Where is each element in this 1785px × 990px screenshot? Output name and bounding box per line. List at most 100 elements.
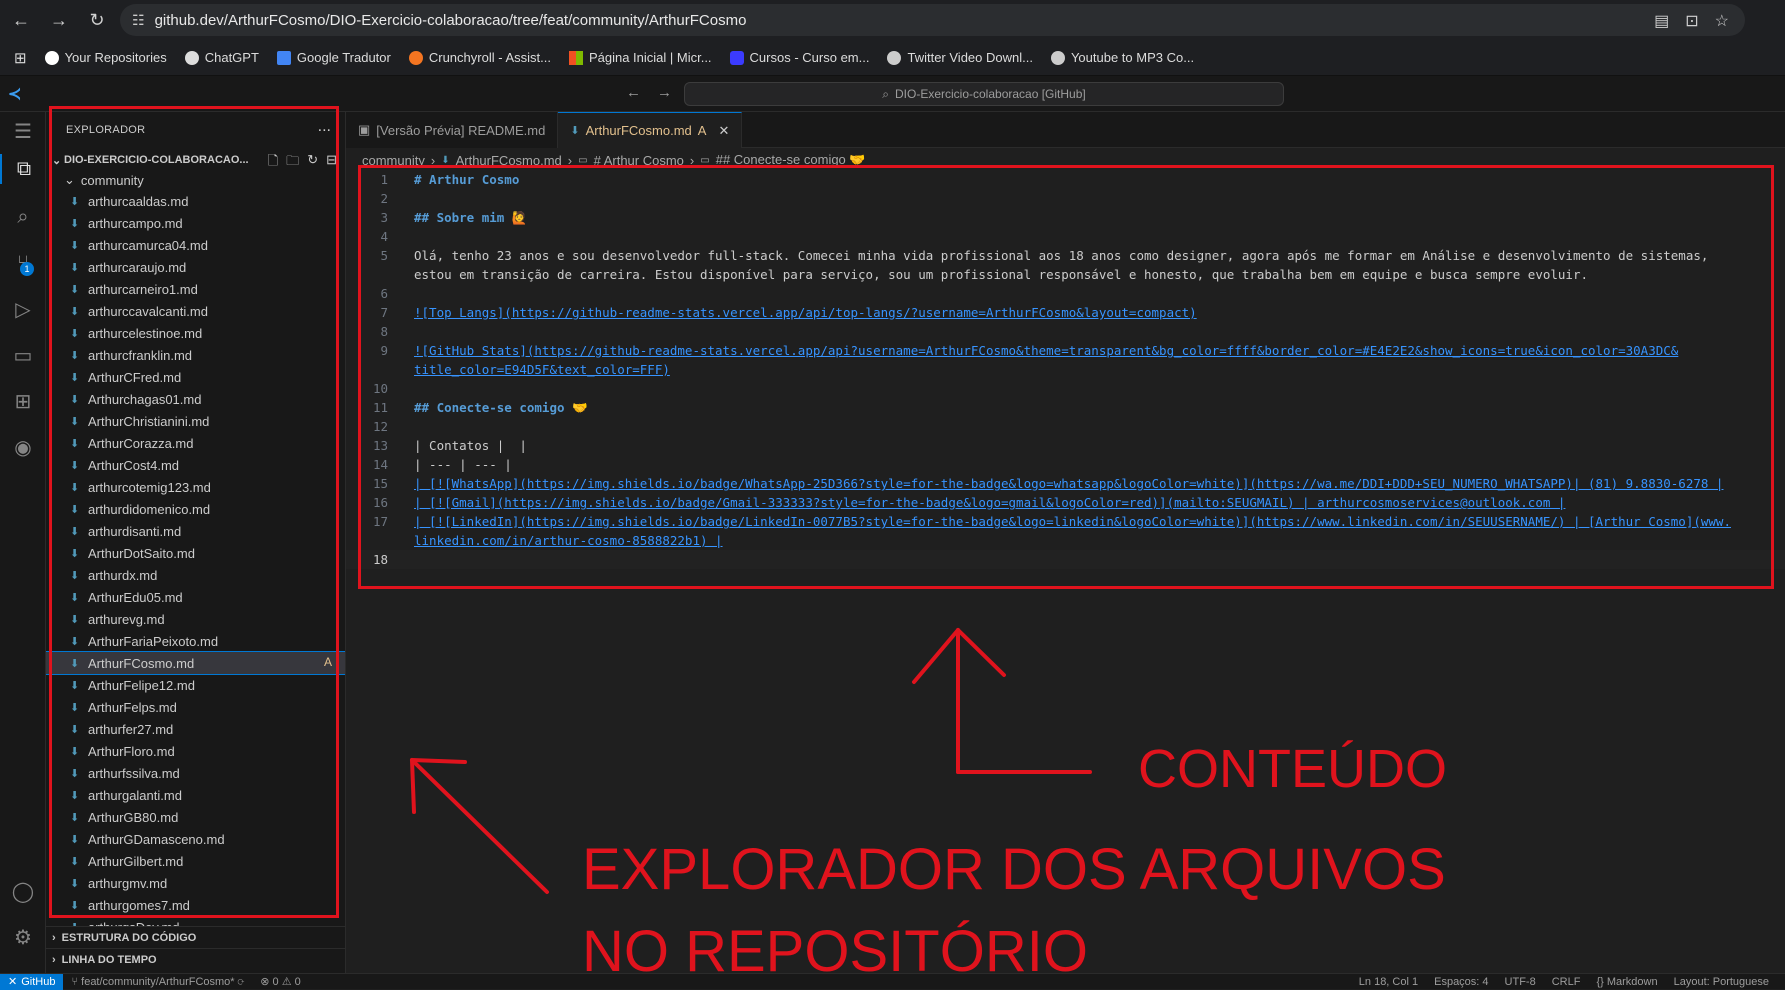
clipboard-icon[interactable]: ▤ — [1654, 11, 1669, 31]
bookmark-item[interactable]: Crunchyroll - Assist... — [408, 50, 551, 65]
file-item[interactable]: ⬇ ArthurEdu05.md — [46, 586, 345, 608]
file-item[interactable]: ⬇ ArthurFariaPeixoto.md — [46, 630, 345, 652]
file-label: ArthurGDamasceno.md — [88, 831, 225, 847]
file-item[interactable]: ⬇ arthurcotemig123.md — [46, 476, 345, 498]
keyboard-layout[interactable]: Layout: Portuguese — [1666, 976, 1777, 988]
line-ending[interactable]: CRLF — [1544, 976, 1589, 988]
reload-icon[interactable]: ↻ — [80, 3, 114, 37]
file-item[interactable]: ⬇ ArthurGDamasceno.md — [46, 828, 345, 850]
outline-section[interactable]: › ESTRUTURA DO CÓDIGO — [46, 926, 345, 948]
source-control-icon[interactable]: ⑂1 — [8, 248, 38, 278]
file-item[interactable]: ⬇ arthurcaaldas.md — [46, 190, 345, 212]
cast-icon[interactable]: ⊡ — [1685, 11, 1698, 31]
file-item[interactable]: ⬇ ArthurGB80.md — [46, 806, 345, 828]
bookmark-item[interactable]: Your Repositories — [44, 50, 167, 65]
breadcrumb-item[interactable]: ## Conecte-se comigo 🤝 — [716, 152, 866, 168]
code-line: 15 | [![WhatsApp](https://img.shields.io/… — [346, 474, 1785, 493]
file-item[interactable]: ⬇ arthurgalanti.md — [46, 784, 345, 806]
file-item[interactable]: ⬇ arthurcampo.md — [46, 212, 345, 234]
close-icon[interactable]: ✕ — [718, 123, 729, 139]
file-item[interactable]: ⬇ arthurcelestinoe.md — [46, 322, 345, 344]
encoding[interactable]: UTF-8 — [1497, 976, 1544, 988]
settings-gear-icon[interactable]: ⚙ — [8, 922, 38, 952]
file-item[interactable]: ⬇ arthurccavalcanti.md — [46, 300, 345, 322]
file-item[interactable]: ⬇ ArthurFelipe12.md — [46, 674, 345, 696]
refresh-icon[interactable]: ↻ — [307, 152, 318, 174]
new-file-icon[interactable]: 🗋 — [268, 152, 278, 174]
file-item[interactable]: ⬇ arthurcfranklin.md — [46, 344, 345, 366]
language-mode[interactable]: {} Markdown — [1588, 976, 1665, 988]
bookmark-item[interactable]: Cursos - Curso em... — [729, 50, 869, 65]
file-item[interactable]: ⬇ arthurcarneiro1.md — [46, 278, 345, 300]
breadcrumb-item[interactable]: # Arthur Cosmo — [594, 153, 684, 168]
remote-explorer-icon[interactable]: ▭ — [8, 340, 38, 370]
accounts-icon[interactable]: ◯ — [8, 876, 38, 906]
folder-community[interactable]: ⌄ community — [64, 172, 144, 188]
new-folder-icon[interactable]: 🗀 — [286, 152, 299, 174]
code-line: 10 — [346, 379, 1785, 398]
github-icon[interactable]: ◉ — [8, 432, 38, 462]
file-item[interactable]: ⬇ ArthurCost4.md — [46, 454, 345, 476]
file-item[interactable]: ⬇ arthurdisanti.md — [46, 520, 345, 542]
markdown-file-icon: ⬇ — [70, 261, 80, 274]
file-item[interactable]: ⬇ ArthurDotSaito.md — [46, 542, 345, 564]
tab-arthurfcosmo[interactable]: ⬇ ArthurFCosmo.md A ✕ — [558, 112, 743, 148]
file-item[interactable]: ⬇ arthurgomes7.md — [46, 894, 345, 916]
tab-readme-preview[interactable]: ▣ [Versão Prévia] README.md — [346, 112, 559, 148]
code-editor[interactable]: 1 # Arthur Cosmo 2 3 ## Sobre mim 🙋 4 5 Olá, te… — [346, 170, 1785, 569]
back-icon[interactable]: ← — [4, 3, 38, 37]
file-item[interactable]: ⬇ arthurfssilva.md — [46, 762, 345, 784]
line-number: 6 — [380, 286, 388, 301]
problems-indicator[interactable]: ⊗ 0 ⚠ 0 — [252, 975, 308, 988]
timeline-section[interactable]: › LINHA DO TEMPO — [46, 948, 345, 970]
search-icon[interactable]: ⌕ — [8, 202, 38, 232]
apps-grid-icon[interactable]: ⊞ — [14, 49, 27, 67]
file-item[interactable]: ⬇ ArthurCFred.md — [46, 366, 345, 388]
file-item[interactable]: ⬇ ArthurGilbert.md — [46, 850, 345, 872]
bookmark-item[interactable]: Página Inicial | Micr... — [568, 50, 712, 65]
markdown-file-icon: ⬇ — [70, 239, 80, 252]
file-item[interactable]: ⬇ arthurdx.md — [46, 564, 345, 586]
branch-indicator[interactable]: ⑂ feat/community/ArthurFCosmo* ⟳ — [63, 976, 252, 988]
bookmark-item[interactable]: Youtube to MP3 Co... — [1050, 50, 1194, 65]
command-center[interactable]: ⌕ DIO-Exercicio-colaboracao [GitHub] — [684, 82, 1284, 106]
indentation[interactable]: Espaços: 4 — [1426, 976, 1496, 988]
nav-back-icon[interactable]: ← — [626, 84, 641, 101]
file-item[interactable]: ⬇ ArthurChristianini.md — [46, 410, 345, 432]
file-item[interactable]: ⬇ ArthurFelps.md — [46, 696, 345, 718]
collapse-all-icon[interactable]: ⊟ — [326, 152, 337, 174]
run-debug-icon[interactable]: ▷ — [8, 294, 38, 324]
site-info-icon[interactable]: ☷ — [132, 12, 145, 29]
breadcrumb-item[interactable]: community — [362, 153, 425, 168]
line-number: 18 — [372, 552, 388, 567]
file-item[interactable]: ⬇ arthurevg.md — [46, 608, 345, 630]
nav-forward-icon[interactable]: → — [657, 84, 672, 101]
file-item[interactable]: ⬇ arthurgmv.md — [46, 872, 345, 894]
file-item[interactable]: ⬇ arthurfer27.md — [46, 718, 345, 740]
line-number: 4 — [380, 229, 388, 244]
address-bar[interactable]: ☷ github.dev/ArthurFCosmo/DIO-Exercicio-… — [120, 4, 1745, 36]
line-number: 14 — [372, 457, 388, 472]
file-item[interactable]: ⬇ arthurcamurca04.md — [46, 234, 345, 256]
file-item[interactable]: ⬇ arthurdidomenico.md — [46, 498, 345, 520]
line-text: ## Conecte-se comigo 🤝 — [414, 400, 588, 415]
extensions-icon[interactable]: ⊞ — [8, 386, 38, 416]
remote-indicator[interactable]: ✕ GitHub — [0, 973, 64, 990]
bookmark-item[interactable]: Google Tradutor — [276, 50, 391, 65]
bookmark-item[interactable]: ChatGPT — [184, 50, 259, 65]
file-item[interactable]: ⬇ ArthurFCosmo.md A — [46, 651, 345, 675]
menu-icon[interactable]: ☰ — [8, 116, 38, 146]
chevron-down-icon: ⌄ — [52, 154, 62, 167]
file-item[interactable]: ⬇ arthurcaraujo.md — [46, 256, 345, 278]
breadcrumb-item[interactable]: ArthurFCosmo.md — [456, 153, 562, 168]
file-item[interactable]: ⬇ Arthurchagas01.md — [46, 388, 345, 410]
file-item[interactable]: ⬇ ArthurCorazza.md — [46, 432, 345, 454]
forward-icon[interactable]: → — [42, 3, 76, 37]
explorer-files-icon[interactable]: ⧉ — [0, 154, 46, 184]
cursor-position[interactable]: Ln 18, Col 1 — [1351, 976, 1426, 988]
file-item[interactable]: ⬇ ArthurFloro.md — [46, 740, 345, 762]
bookmark-star-icon[interactable]: ☆ — [1715, 11, 1729, 31]
markdown-file-icon: ⬇ — [70, 767, 80, 780]
more-actions-icon[interactable]: ... — [318, 118, 331, 136]
bookmark-item[interactable]: Twitter Video Downl... — [887, 50, 1033, 65]
